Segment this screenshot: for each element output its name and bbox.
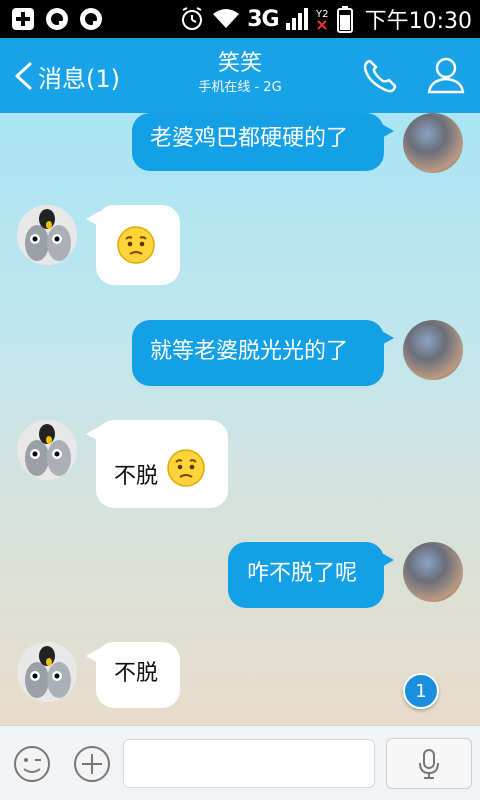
emoji-button[interactable] [12, 744, 52, 784]
my-avatar[interactable] [403, 113, 463, 173]
message-input[interactable] [123, 739, 375, 788]
confused-face-emoji [167, 449, 205, 487]
microphone-icon [419, 748, 439, 779]
message-bubble-outgoing[interactable]: 就等老婆脱光光的了 [132, 320, 394, 386]
contact-info: 笑笑 手机在线 - 2G [140, 50, 340, 98]
phone-call-button[interactable] [360, 56, 400, 96]
battery-icon [336, 6, 353, 33]
message-list[interactable]: 老婆鸡巴都硬硬的了 就等老婆脱光光的了 不脱 咋不脱了呢 不脱 1 [0, 113, 480, 725]
chevron-left-icon [15, 62, 32, 90]
message-bubble-incoming[interactable]: 不脱 [86, 642, 180, 708]
wifi-icon [213, 9, 240, 28]
back-label: 消息(1) [38, 64, 120, 93]
add-icon [12, 8, 34, 30]
svg-text:Y2: Y2 [315, 9, 328, 20]
alarm-icon [182, 7, 203, 30]
confused-face-emoji [117, 226, 155, 264]
message-text: 就等老婆脱光光的了 [150, 339, 349, 364]
status-bar: 3G Y2 下午10:30 [0, 0, 480, 38]
chat-header: 消息(1) 笑笑 手机在线 - 2G [0, 38, 480, 113]
contact-name: 笑笑 [217, 51, 262, 76]
back-button[interactable]: 消息(1) [12, 56, 120, 96]
message-text: 咋不脱了呢 [247, 561, 358, 586]
contact-status: 手机在线 - 2G [198, 80, 282, 95]
contact-avatar[interactable] [17, 420, 77, 480]
contact-avatar[interactable] [17, 205, 77, 265]
my-avatar[interactable] [403, 542, 463, 602]
plus-button[interactable] [72, 744, 112, 784]
clock: 下午10:30 [364, 9, 472, 34]
sim-icon: Y2 [315, 9, 328, 30]
message-bubble-incoming[interactable]: 不脱 [86, 420, 228, 508]
message-bubble-incoming[interactable] [86, 205, 180, 285]
penguin-avatar-image [17, 205, 77, 265]
message-text: 不脱 [114, 661, 159, 686]
qq-icon [46, 8, 68, 30]
my-avatar[interactable] [403, 320, 463, 380]
signal-icon [285, 8, 308, 30]
message-bubble-outgoing[interactable]: 老婆鸡巴都硬硬的了 [132, 113, 394, 171]
unread-count-badge[interactable]: 1 [403, 673, 439, 709]
profile-icon[interactable] [425, 54, 467, 96]
qq-icon [80, 8, 102, 30]
input-bar [0, 725, 480, 800]
message-bubble-outgoing[interactable]: 咋不脱了呢 [228, 542, 394, 608]
network-type-label: 3G [247, 6, 279, 32]
message-text: 老婆鸡巴都硬硬的了 [150, 126, 349, 151]
message-text: 不脱 [114, 464, 159, 489]
contact-avatar[interactable] [17, 642, 77, 702]
penguin-avatar-image [17, 420, 77, 480]
voice-button[interactable] [386, 738, 472, 789]
penguin-avatar-image [17, 642, 77, 702]
